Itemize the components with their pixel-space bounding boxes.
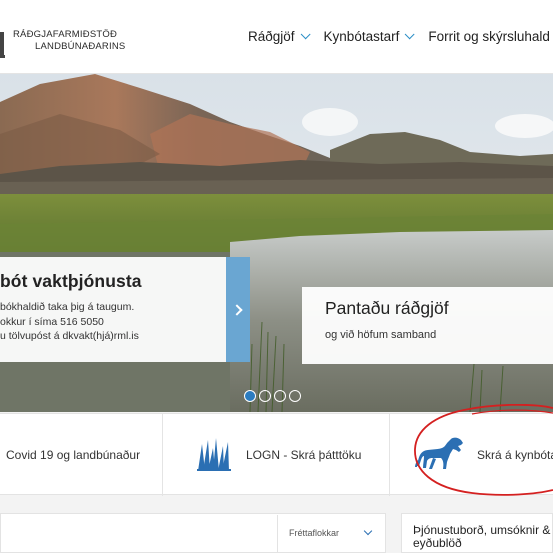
grass-icon — [197, 438, 231, 471]
chevron-down-icon — [405, 29, 415, 40]
site-header: RÁÐGJAFARMIÐSTÖÐ LANDBÚNAÐARINS Ráðgjöf … — [0, 0, 553, 74]
carousel-dots — [244, 390, 301, 402]
nav-item-radgjof[interactable]: Ráðgjöf — [248, 29, 311, 44]
slide-text-line: u tölvupóst á dkvakt(hjá)rml.is — [0, 330, 139, 342]
slide-text: og við höfum samband — [325, 329, 437, 341]
quick-link-label: Covid 19 og landbúnaður — [6, 448, 141, 462]
carousel-dot-2[interactable] — [259, 390, 271, 402]
site-logo[interactable]: RÁÐGJAFARMIÐSTÖÐ LANDBÚNAÐARINS — [13, 29, 125, 52]
carousel-dot-4[interactable] — [289, 390, 301, 402]
quick-link-covid[interactable]: Covid 19 og landbúnaður — [6, 414, 140, 496]
slide-title: Pantaðu ráðgjöf — [325, 298, 449, 318]
slide-caption-pantadu-radgjof[interactable]: Pantaðu ráðgjöf og við höfum samband — [302, 287, 553, 364]
quick-link-logn[interactable]: LOGN - Skrá þátttöku — [196, 414, 361, 496]
hero-carousel: bót vaktþjónusta bókhaldið taka þig á ta… — [0, 74, 553, 412]
carousel-dot-1[interactable] — [244, 390, 256, 402]
quick-link-label: LOGN - Skrá þátttöku — [246, 448, 362, 462]
slide-text: bókhaldið taka þig á taugum. okkur í sím… — [0, 300, 226, 344]
annotation-circle — [414, 404, 553, 496]
nav-item-label: Kynbótastarf — [323, 29, 400, 44]
page: RÁÐGJAFARMIÐSTÖÐ LANDBÚNAÐARINS Ráðgjöf … — [0, 0, 553, 553]
select-value: Fréttaflokkar — [289, 528, 340, 538]
divider — [162, 414, 163, 496]
logo-line-1: RÁÐGJAFARMIÐSTÖÐ — [13, 29, 118, 40]
nav-item-kynbotastarf[interactable]: Kynbótastarf — [323, 29, 415, 44]
panel-title-line: eyðublöð — [413, 536, 462, 550]
news-category-select[interactable]: Fréttaflokkar — [277, 515, 386, 553]
slide-next-button[interactable] — [226, 257, 250, 362]
service-desk-panel[interactable]: Þjónustuborð, umsóknir & eyðublöð — [401, 513, 553, 553]
chevron-down-icon — [363, 526, 373, 536]
logo-line-2: LANDBÚNAÐARINS — [35, 40, 126, 52]
slide-text-line: okkur í síma 516 5050 — [0, 315, 104, 328]
slide-title: bót vaktþjónusta — [0, 271, 142, 291]
slide-caption-vaktthjonusta[interactable]: bót vaktþjónusta bókhaldið taka þig á ta… — [0, 257, 226, 362]
chevron-down-icon — [300, 29, 311, 40]
main-nav: Ráðgjöf Kynbótastarf Forrit og skýrsluha… — [248, 29, 553, 44]
nav-item-label: Ráðgjöf — [248, 29, 295, 44]
carousel-dot-3[interactable] — [274, 390, 286, 402]
nav-item-label: Forrit og skýrsluhald — [428, 29, 550, 44]
divider — [389, 414, 390, 496]
slide-text-line: bókhaldið taka þig á taugum. — [0, 301, 135, 313]
nav-item-forrit[interactable]: Forrit og skýrsluhald — [428, 29, 553, 44]
logo-mark-icon — [0, 30, 5, 58]
chevron-right-icon — [230, 303, 243, 316]
